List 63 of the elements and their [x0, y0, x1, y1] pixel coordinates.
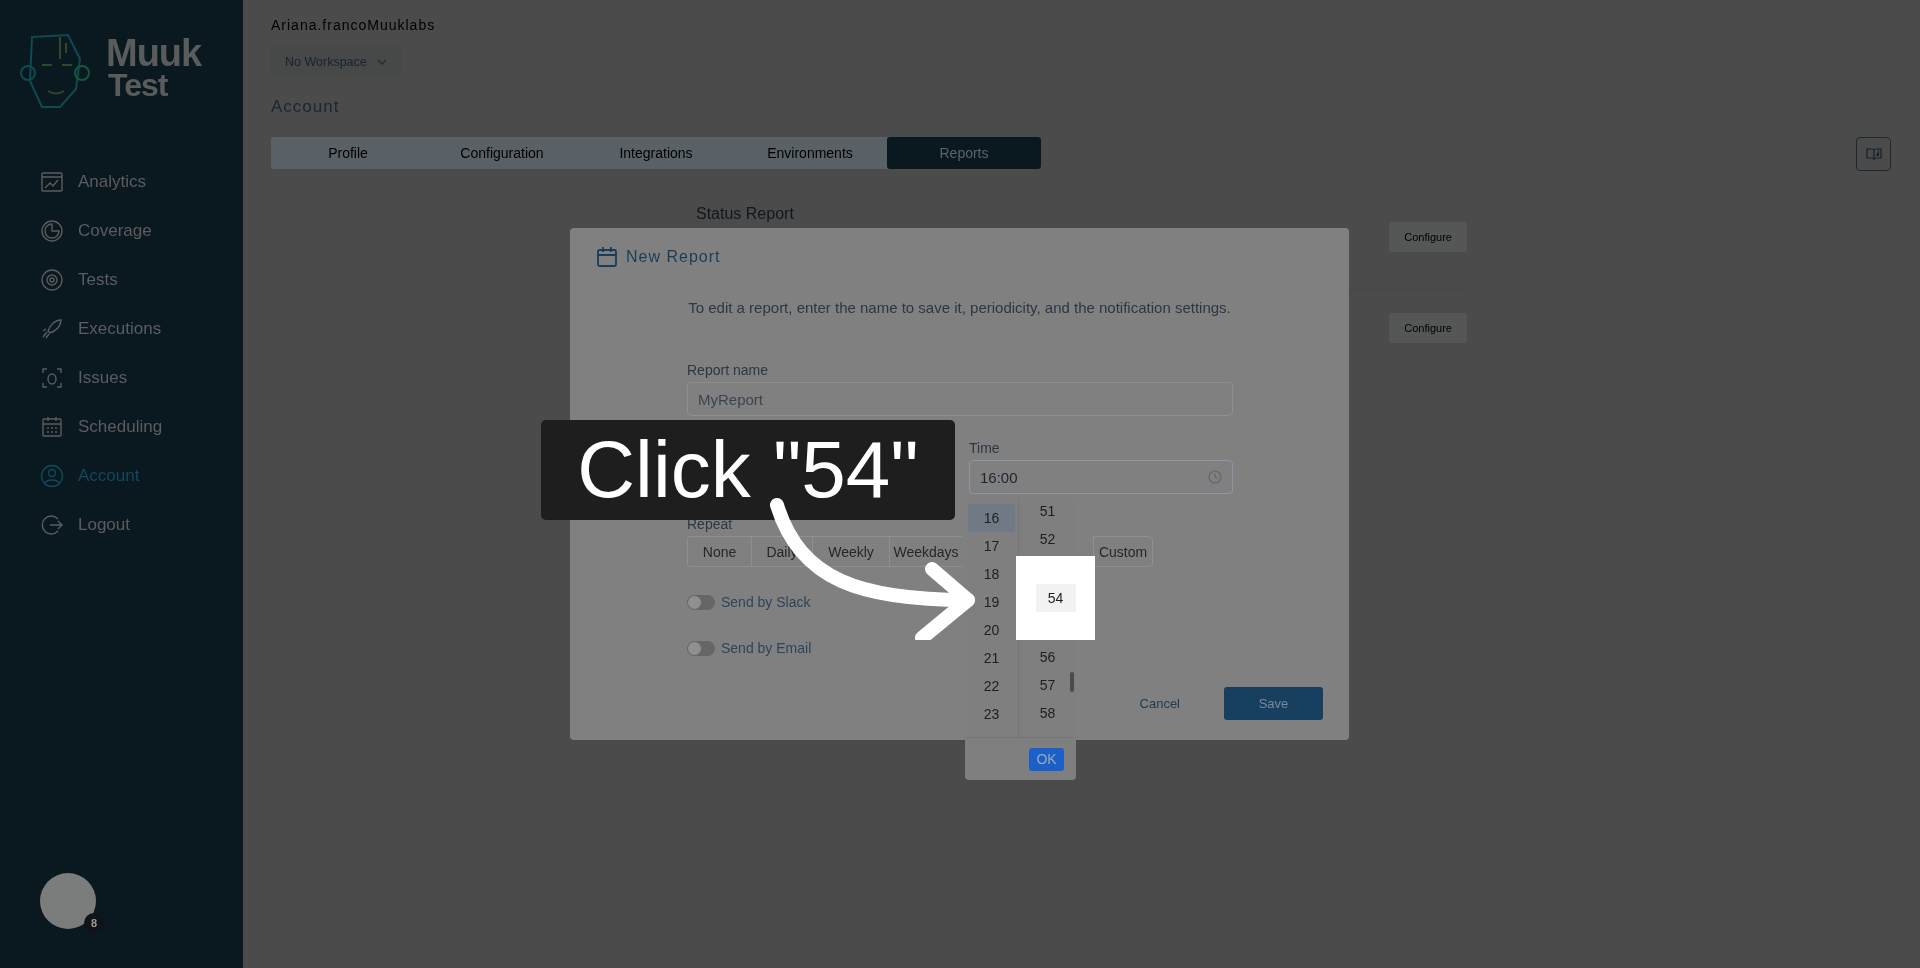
- logo-text: Test: [108, 69, 169, 101]
- sidebar-item[interactable]: Logout: [40, 513, 243, 537]
- ok-button[interactable]: OK: [1029, 747, 1064, 771]
- calendar-icon: [596, 246, 618, 268]
- configure-button[interactable]: Configure: [1389, 313, 1467, 343]
- minute-option[interactable]: 56: [1022, 643, 1073, 671]
- minute-option[interactable]: 54: [1035, 584, 1076, 612]
- calendar-icon: [40, 415, 64, 439]
- minute-option[interactable]: 57: [1022, 671, 1073, 699]
- tab[interactable]: Profile: [271, 137, 425, 169]
- logout-icon: [40, 513, 64, 537]
- user-name: Ariana.francoMuuklabs: [271, 17, 436, 33]
- hour-option[interactable]: 20: [968, 616, 1015, 644]
- toggle-label: Send by Email: [721, 640, 812, 656]
- sidebar-item[interactable]: Analytics: [40, 170, 243, 194]
- sidebar-item[interactable]: Scheduling: [40, 415, 243, 439]
- logo-text: Muuk: [106, 37, 202, 69]
- configure-button[interactable]: Configure: [1389, 222, 1467, 252]
- tab[interactable]: Configuration: [425, 137, 579, 169]
- sidebar-item[interactable]: Coverage: [40, 219, 243, 243]
- toggle-switch[interactable]: [687, 640, 715, 656]
- sidebar-item[interactable]: Issues: [40, 366, 243, 390]
- dialog-title: New Report: [626, 248, 721, 266]
- hour-option[interactable]: 23: [968, 700, 1015, 728]
- repeat-option[interactable]: Weekly: [812, 536, 889, 567]
- docs-button[interactable]: [1856, 137, 1891, 171]
- tab[interactable]: Reports: [887, 137, 1041, 169]
- hour-option[interactable]: 16: [968, 504, 1015, 532]
- hour-option[interactable]: 21: [968, 644, 1015, 672]
- minute-option[interactable]: 51: [1022, 497, 1073, 525]
- hour-option[interactable]: 19: [968, 588, 1015, 616]
- pie-icon: [40, 219, 64, 243]
- minute-option[interactable]: 58: [1022, 699, 1073, 727]
- repeat-option[interactable]: None: [687, 536, 751, 567]
- instruction-tooltip: Click "54": [541, 420, 955, 520]
- save-button[interactable]: Save: [1224, 687, 1323, 720]
- report-title: Status Report: [696, 205, 794, 223]
- chart-icon: [40, 170, 64, 194]
- toggle-switch[interactable]: [687, 594, 715, 610]
- field-label: Report name: [687, 362, 768, 380]
- tab[interactable]: Integrations: [579, 137, 733, 169]
- chevron-down-icon: [376, 58, 387, 66]
- clock-icon: [1208, 470, 1222, 484]
- book-icon: [1865, 147, 1882, 161]
- repeat-option[interactable]: Weekdays: [889, 536, 962, 567]
- dialog-description: To edit a report, enter the name to save it, periodicity, and the notification settings.: [687, 299, 1232, 316]
- hour-option[interactable]: 17: [968, 532, 1015, 560]
- report-name-field[interactable]: MyReport: [687, 382, 1233, 416]
- user-icon: [40, 464, 64, 488]
- notification-count: 8: [84, 913, 104, 933]
- sidebar-item[interactable]: Executions: [40, 317, 243, 341]
- field-label: Time: [969, 440, 1000, 458]
- cancel-button[interactable]: Cancel: [1133, 695, 1186, 712]
- hour-option[interactable]: 22: [968, 672, 1015, 700]
- time-field[interactable]: 16:00: [969, 460, 1233, 494]
- avatar[interactable]: [40, 873, 96, 929]
- tab[interactable]: Environments: [733, 137, 887, 169]
- toggle-label: Send by Slack: [721, 594, 811, 610]
- hour-option[interactable]: 18: [968, 560, 1015, 588]
- scrollbar-thumb[interactable]: [1070, 672, 1074, 692]
- minute-option[interactable]: 52: [1022, 525, 1073, 553]
- sidebar-item[interactable]: Tests: [40, 268, 243, 292]
- rocket-icon: [40, 317, 64, 341]
